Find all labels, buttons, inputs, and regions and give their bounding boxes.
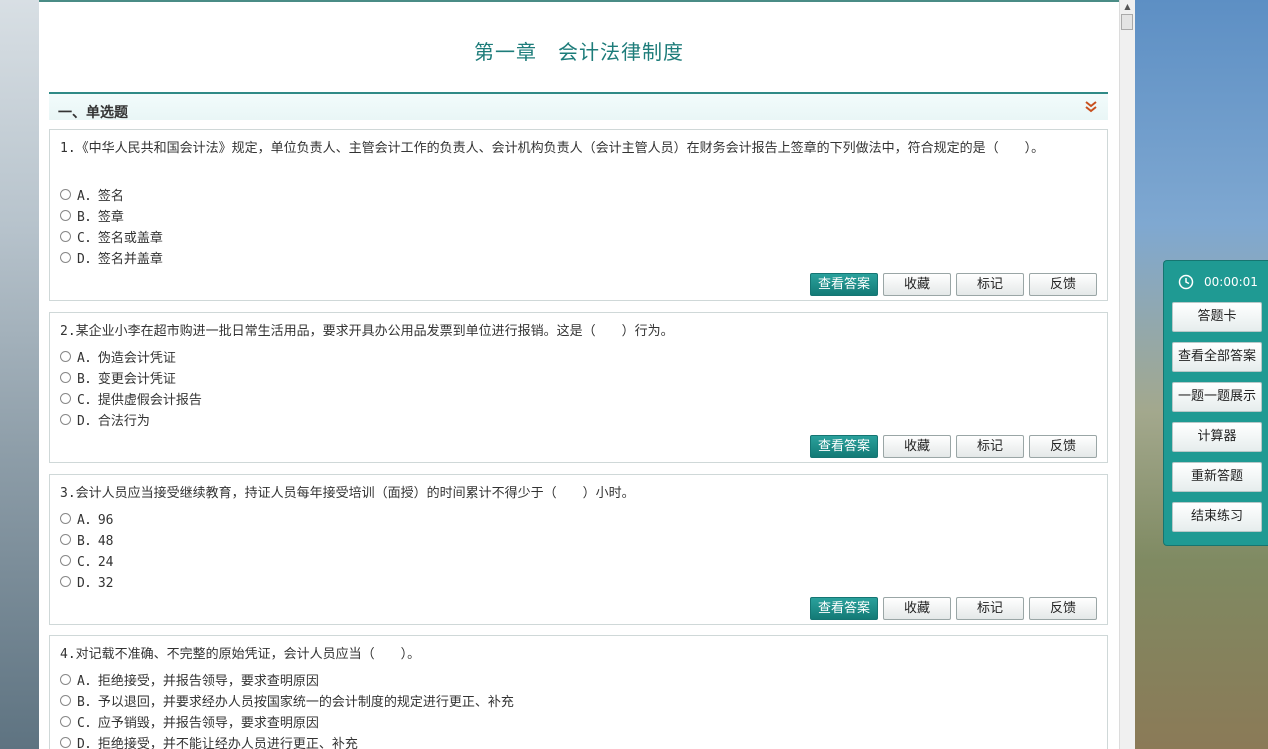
- question-text: 2.某企业小李在超市购进一批日常生活用品，要求开具办公用品发票到单位进行报销。这…: [60, 324, 674, 339]
- floating-sidebar: 00:00:01 答题卡 查看全部答案 一题一题展示 计算器 重新答题 结束练习: [1163, 260, 1268, 546]
- timer-value: 00:00:01: [1204, 275, 1258, 289]
- radio-button[interactable]: [60, 371, 71, 383]
- option-a[interactable]: A．96: [60, 508, 113, 528]
- view-all-answers-button[interactable]: 查看全部答案: [1172, 342, 1262, 372]
- question-card: 4.对记载不准确、不完整的原始凭证，会计人员应当（ ）。 A．拒绝接受，并报告领…: [49, 635, 1108, 749]
- section-header[interactable]: 一、单选题: [49, 92, 1108, 121]
- option-b[interactable]: B．48: [60, 529, 113, 549]
- answer-card-button[interactable]: 答题卡: [1172, 302, 1262, 332]
- scroll-up-arrow-icon[interactable]: ▲: [1122, 2, 1133, 12]
- view-answer-button[interactable]: 查看答案: [810, 273, 878, 296]
- mark-button[interactable]: 标记: [956, 597, 1024, 620]
- option-label: A．伪造会计凭证: [77, 350, 176, 366]
- section-title: 一、单选题: [58, 105, 128, 121]
- radio-button[interactable]: [60, 512, 71, 524]
- restart-button[interactable]: 重新答题: [1172, 462, 1262, 492]
- question-card: 2.某企业小李在超市购进一批日常生活用品，要求开具办公用品发票到单位进行报销。这…: [49, 312, 1108, 463]
- double-chevron-down-icon[interactable]: [1084, 100, 1098, 114]
- question-actions: 查看答案 收藏 标记 反馈: [810, 435, 1097, 458]
- question-card: 1.《中华人民共和国会计法》规定，单位负责人、主管会计工作的负责人、会计机构负责…: [49, 129, 1108, 301]
- option-d[interactable]: D．拒绝接受，并不能让经办人员进行更正、补充: [60, 732, 358, 749]
- exam-page: 第一章 会计法律制度 一、单选题 1.《中华人民共和国会计法》规定，单位负责人、…: [39, 0, 1119, 749]
- radio-button[interactable]: [60, 392, 71, 404]
- option-label: D．签名并盖章: [77, 251, 163, 267]
- option-d[interactable]: D．签名并盖章: [60, 247, 163, 267]
- option-label: B．签章: [77, 209, 124, 225]
- radio-button[interactable]: [60, 413, 71, 425]
- option-label: B．予以退回，并要求经办人员按国家统一的会计制度的规定进行更正、补充: [77, 694, 514, 710]
- radio-button[interactable]: [60, 209, 71, 221]
- radio-button[interactable]: [60, 715, 71, 727]
- question-card: 3.会计人员应当接受继续教育，持证人员每年接受培训（面授）的时间累计不得少于（ …: [49, 474, 1108, 625]
- favorite-button[interactable]: 收藏: [883, 273, 951, 296]
- radio-button[interactable]: [60, 554, 71, 566]
- question-actions: 查看答案 收藏 标记 反馈: [810, 273, 1097, 296]
- calculator-button[interactable]: 计算器: [1172, 422, 1262, 452]
- option-c[interactable]: C．签名或盖章: [60, 226, 163, 246]
- option-a[interactable]: A．签名: [60, 184, 124, 204]
- feedback-button[interactable]: 反馈: [1029, 435, 1097, 458]
- radio-button[interactable]: [60, 533, 71, 545]
- desktop-background-left: [0, 0, 39, 749]
- clock-icon: [1178, 274, 1194, 290]
- question-text: 1.《中华人民共和国会计法》规定，单位负责人、主管会计工作的负责人、会计机构负责…: [60, 141, 1045, 156]
- radio-button[interactable]: [60, 736, 71, 748]
- option-d[interactable]: D．32: [60, 571, 113, 591]
- radio-button[interactable]: [60, 575, 71, 587]
- view-answer-button[interactable]: 查看答案: [810, 435, 878, 458]
- option-d[interactable]: D．合法行为: [60, 409, 150, 429]
- option-c[interactable]: C．提供虚假会计报告: [60, 388, 202, 408]
- radio-button[interactable]: [60, 251, 71, 263]
- option-label: C．提供虚假会计报告: [77, 392, 202, 408]
- option-label: B．48: [77, 533, 114, 549]
- favorite-button[interactable]: 收藏: [883, 435, 951, 458]
- option-b[interactable]: B．签章: [60, 205, 124, 225]
- question-text: 4.对记载不准确、不完整的原始凭证，会计人员应当（ ）。: [60, 647, 421, 662]
- radio-button[interactable]: [60, 350, 71, 362]
- scroll-thumb[interactable]: [1121, 14, 1133, 30]
- feedback-button[interactable]: 反馈: [1029, 597, 1097, 620]
- option-label: D．拒绝接受，并不能让经办人员进行更正、补充: [77, 736, 358, 749]
- end-practice-button[interactable]: 结束练习: [1172, 502, 1262, 532]
- one-by-one-button[interactable]: 一题一题展示: [1172, 382, 1262, 412]
- radio-button[interactable]: [60, 188, 71, 200]
- option-a[interactable]: A．拒绝接受，并报告领导，要求查明原因: [60, 669, 319, 689]
- radio-button[interactable]: [60, 230, 71, 242]
- mark-button[interactable]: 标记: [956, 435, 1024, 458]
- option-label: A．96: [77, 512, 114, 528]
- option-label: C．应予销毁，并报告领导，要求查明原因: [77, 715, 319, 731]
- view-answer-button[interactable]: 查看答案: [810, 597, 878, 620]
- option-b[interactable]: B．予以退回，并要求经办人员按国家统一的会计制度的规定进行更正、补充: [60, 690, 514, 710]
- option-label: C．24: [77, 554, 114, 570]
- vertical-scrollbar[interactable]: ▲: [1119, 0, 1135, 749]
- option-label: B．变更会计凭证: [77, 371, 176, 387]
- feedback-button[interactable]: 反馈: [1029, 273, 1097, 296]
- radio-button[interactable]: [60, 673, 71, 685]
- chapter-title: 第一章 会计法律制度: [474, 40, 684, 64]
- favorite-button[interactable]: 收藏: [883, 597, 951, 620]
- option-label: A．拒绝接受，并报告领导，要求查明原因: [77, 673, 319, 689]
- question-text: 3.会计人员应当接受继续教育，持证人员每年接受培训（面授）的时间累计不得少于（ …: [60, 486, 635, 501]
- radio-button[interactable]: [60, 694, 71, 706]
- option-c[interactable]: C．应予销毁，并报告领导，要求查明原因: [60, 711, 319, 731]
- option-label: C．签名或盖章: [77, 230, 163, 246]
- option-label: D．合法行为: [77, 413, 150, 429]
- option-label: D．32: [77, 575, 114, 591]
- option-c[interactable]: C．24: [60, 550, 113, 570]
- option-b[interactable]: B．变更会计凭证: [60, 367, 176, 387]
- timer: 00:00:01: [1178, 273, 1258, 291]
- mark-button[interactable]: 标记: [956, 273, 1024, 296]
- option-a[interactable]: A．伪造会计凭证: [60, 346, 176, 366]
- question-actions: 查看答案 收藏 标记 反馈: [810, 597, 1097, 620]
- option-label: A．签名: [77, 188, 124, 204]
